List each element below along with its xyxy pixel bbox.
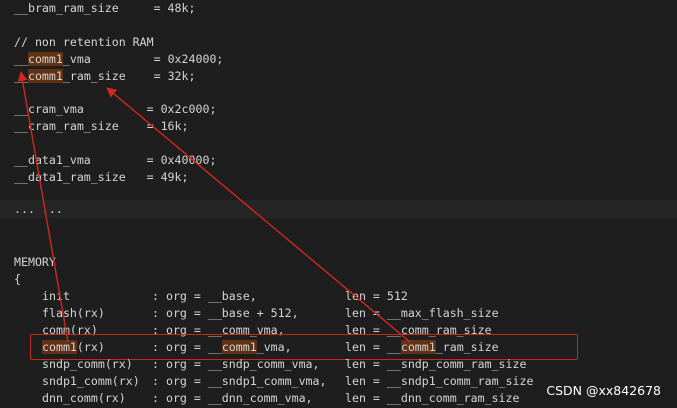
- watermark: CSDN @xx842678: [546, 383, 661, 398]
- arrow-to-comm1-vma: [17, 71, 69, 343]
- code-editor[interactable]: __bram_ram_size = 48k; // non retention …: [0, 0, 677, 408]
- annotation-arrows: [17, 71, 411, 343]
- arrow-to-comm1-ram-size: [106, 87, 411, 343]
